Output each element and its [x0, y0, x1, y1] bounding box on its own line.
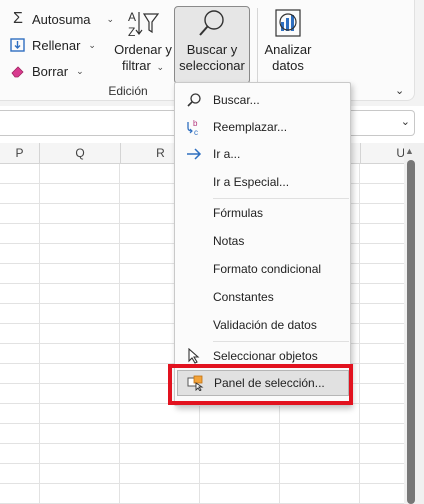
sort-filter-icon: A Z: [112, 8, 174, 42]
sigma-icon: Σ: [13, 10, 23, 27]
column-header-q[interactable]: Q: [39, 143, 120, 164]
buscar-label-1: Buscar y: [186, 42, 238, 57]
ordenar-filtrar-button[interactable]: A Z Ordenar y filtrar ⌄: [112, 8, 174, 75]
rellenar-button[interactable]: Rellenar ⌄: [10, 34, 96, 56]
chevron-down-icon: ⌄: [156, 62, 165, 72]
scrollbar-thumb[interactable]: [407, 160, 415, 504]
menu-item-label: Reemplazar...: [213, 120, 288, 134]
svg-text:Z: Z: [128, 25, 135, 39]
menu-item-label: Ir a Especial...: [213, 175, 290, 189]
menu-item-label: Formato condicional: [213, 262, 322, 276]
column-label: P: [15, 146, 24, 160]
menu-icon-placeholder: [175, 169, 213, 195]
menu-item-formato-condicional[interactable]: Formato condicional: [175, 256, 350, 282]
column-label: R: [156, 146, 165, 160]
menu-icon-placeholder: [175, 228, 213, 254]
analizar-datos-button[interactable]: Analizar datos: [262, 8, 314, 74]
menu-item-label: Buscar...: [213, 93, 260, 107]
menu-separator: [213, 198, 349, 199]
scroll-up-icon[interactable]: ▲: [405, 146, 414, 156]
fill-down-icon: [10, 38, 26, 52]
highlight-box: [168, 364, 353, 405]
column-label: Q: [75, 146, 85, 160]
chevron-down-icon: ⌄: [88, 39, 96, 50]
rellenar-label: Rellenar: [32, 37, 81, 53]
svg-text:c: c: [194, 128, 198, 136]
ordenar-label-2: filtrar: [121, 58, 151, 73]
menu-item-label: Notas: [213, 234, 245, 248]
menu-item-label: Seleccionar objetos: [213, 349, 318, 363]
menu-item-constantes[interactable]: Constantes: [175, 284, 350, 310]
buscar-seleccionar-content[interactable]: Buscar y seleccionar ⌄: [174, 8, 250, 91]
menu-item-label: Ir a...: [213, 147, 241, 161]
autosuma-label: Autosuma: [32, 11, 91, 27]
menu-item-label: Validación de datos: [213, 318, 317, 332]
replace-icon: bc: [175, 114, 213, 140]
magnifier-icon: [175, 87, 213, 113]
borrar-label: Borrar: [32, 63, 69, 79]
menu-item-formulas[interactable]: Fórmulas: [175, 200, 350, 226]
buscar-seleccionar-menu: Buscar... bc Reemplazar... Ir a... Ir a …: [174, 82, 351, 406]
analizar-label-2: datos: [272, 58, 304, 73]
magnifier-icon: [174, 8, 250, 42]
ordenar-label-1: Ordenar y: [114, 42, 172, 57]
chevron-down-icon: ⌄: [76, 65, 84, 76]
svg-text:b: b: [193, 119, 198, 128]
chevron-down-icon[interactable]: ⌄: [395, 84, 404, 97]
menu-item-buscar[interactable]: Buscar...: [175, 87, 350, 113]
menu-icon-placeholder: [175, 200, 213, 226]
borrar-button[interactable]: Borrar ⌄: [10, 60, 84, 82]
chevron-down-icon[interactable]: ⌄: [401, 115, 410, 128]
menu-item-ir-a-especial[interactable]: Ir a Especial...: [175, 169, 350, 195]
eraser-icon: [10, 64, 26, 78]
menu-item-reemplazar[interactable]: bc Reemplazar...: [175, 114, 350, 140]
autosuma-button[interactable]: Σ Autosuma ⌄: [10, 8, 114, 30]
arrow-right-icon: [175, 141, 213, 167]
group-label-edicion: Edición: [108, 84, 148, 98]
menu-item-validacion-datos[interactable]: Validación de datos: [175, 312, 350, 338]
menu-item-label: Fórmulas: [213, 206, 264, 220]
menu-icon-placeholder: [175, 312, 213, 338]
column-header-u[interactable]: U: [360, 143, 405, 164]
buscar-label-2: seleccionar: [179, 58, 245, 73]
menu-item-notas[interactable]: Notas: [175, 228, 350, 254]
menu-icon-placeholder: [175, 284, 213, 310]
menu-item-label: Constantes: [213, 290, 274, 304]
menu-icon-placeholder: [175, 256, 213, 282]
menu-item-ir-a[interactable]: Ir a...: [175, 141, 350, 167]
menu-separator: [213, 341, 349, 342]
analizar-label-1: Analizar: [264, 42, 312, 57]
analyze-data-icon: [262, 8, 314, 42]
column-header-p[interactable]: P: [0, 143, 39, 164]
svg-text:A: A: [128, 10, 136, 24]
